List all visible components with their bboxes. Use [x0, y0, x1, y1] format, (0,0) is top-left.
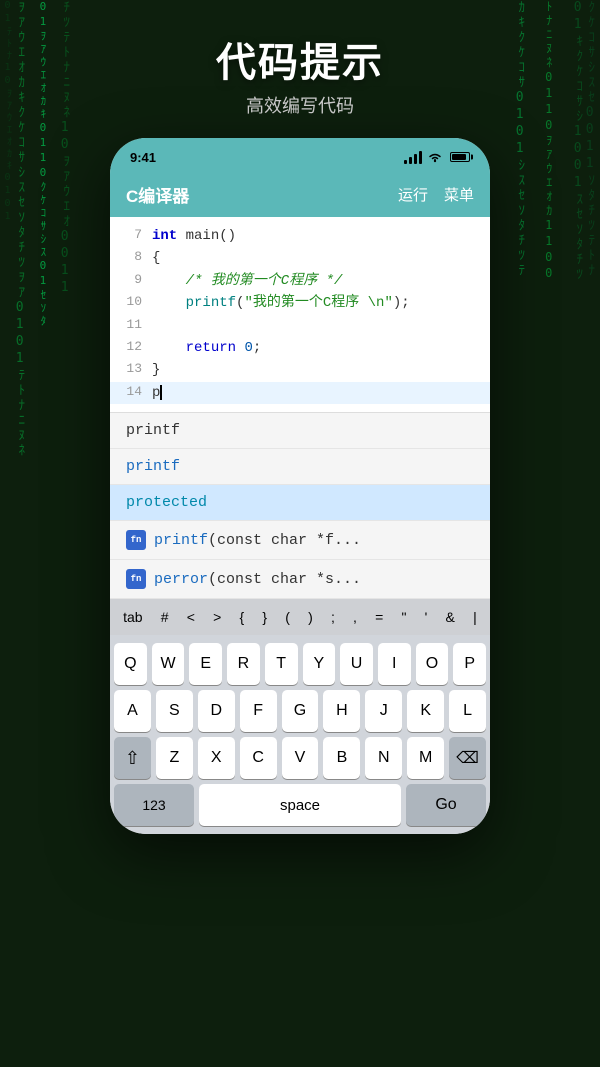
shortcut-amp[interactable]: & [441, 607, 460, 627]
key-i[interactable]: I [378, 643, 411, 685]
keyboard-row-1: Q W E R T Y U I O P [114, 643, 486, 685]
shortcut-dquote[interactable]: " [396, 607, 411, 627]
function-icon-2: fn [126, 569, 146, 589]
numbers-key[interactable]: 123 [114, 784, 194, 826]
code-line-11: 11 [110, 315, 490, 337]
code-line-9: 9 /* 我的第一个C程序 */ [110, 270, 490, 292]
shortcut-semi[interactable]: ; [326, 607, 340, 627]
shift-key[interactable]: ⇧ [114, 737, 151, 779]
key-c[interactable]: C [240, 737, 277, 779]
shortcut-bar: tab # < > { } ( ) ; , = " ' & | [110, 599, 490, 635]
code-editor[interactable]: 7 int main() 8 { 9 /* 我的第一个C程序 */ 10 pri… [110, 217, 490, 412]
key-o[interactable]: O [416, 643, 449, 685]
keyboard: Q W E R T Y U I O P A S D F G H J K [110, 635, 490, 834]
main-title: 代码提示 [216, 30, 384, 88]
key-z[interactable]: Z [156, 737, 193, 779]
code-line-10: 10 printf("我的第一个C程序 \n"); [110, 292, 490, 314]
key-x[interactable]: X [198, 737, 235, 779]
key-d[interactable]: D [198, 690, 235, 732]
shortcut-pipe[interactable]: | [468, 607, 482, 627]
key-v[interactable]: V [282, 737, 319, 779]
shortcut-lt[interactable]: < [182, 607, 200, 627]
keyboard-row-2: A S D F G H J K L [114, 690, 486, 732]
shortcut-equals[interactable]: = [370, 607, 388, 627]
key-m[interactable]: M [407, 737, 444, 779]
autocomplete-item-5[interactable]: fn perror(const char *s... [110, 560, 490, 599]
autocomplete-dropdown[interactable]: printf printf protected fn printf(const … [110, 412, 490, 599]
code-line-8: 8 { [110, 247, 490, 269]
code-line-13: 13 } [110, 359, 490, 381]
sub-title: 高效编写代码 [216, 92, 384, 118]
signal-icon [404, 151, 422, 164]
shortcut-rcurly[interactable]: } [257, 607, 272, 627]
shortcut-squote[interactable]: ' [420, 607, 433, 627]
header-section: 代码提示 高效编写代码 [216, 30, 384, 118]
app-toolbar: C编译器 运行 菜单 [110, 174, 490, 217]
status-bar: 9:41 [110, 138, 490, 174]
key-n[interactable]: N [365, 737, 402, 779]
status-time: 9:41 [130, 150, 156, 165]
key-k[interactable]: K [407, 690, 444, 732]
key-b[interactable]: B [323, 737, 360, 779]
shortcut-rparen[interactable]: ) [303, 607, 318, 627]
autocomplete-item-1[interactable]: printf [110, 413, 490, 449]
shortcut-comma[interactable]: , [348, 607, 362, 627]
toolbar-actions: 运行 菜单 [398, 184, 474, 205]
key-a[interactable]: A [114, 690, 151, 732]
code-line-14: 14 p [110, 382, 490, 404]
app-title: C编译器 [126, 182, 189, 207]
key-r[interactable]: R [227, 643, 260, 685]
keyboard-row-bottom: 123 space Go [114, 784, 486, 826]
key-y[interactable]: Y [303, 643, 336, 685]
key-j[interactable]: J [365, 690, 402, 732]
shortcut-tab[interactable]: tab [118, 607, 147, 627]
run-button[interactable]: 运行 [398, 184, 428, 205]
wifi-icon [427, 151, 443, 163]
status-icons [404, 151, 470, 164]
shortcut-hash[interactable]: # [156, 607, 174, 627]
key-t[interactable]: T [265, 643, 298, 685]
shortcut-lcurly[interactable]: { [234, 607, 249, 627]
key-h[interactable]: H [323, 690, 360, 732]
menu-button[interactable]: 菜单 [444, 184, 474, 205]
code-line-12: 12 return 0; [110, 337, 490, 359]
page-content: 代码提示 高效编写代码 9:41 [0, 0, 600, 1067]
delete-key[interactable]: ⌫ [449, 737, 486, 779]
autocomplete-item-4[interactable]: fn printf(const char *f... [110, 521, 490, 560]
key-w[interactable]: W [152, 643, 185, 685]
autocomplete-item-2[interactable]: printf [110, 449, 490, 485]
code-line-7: 7 int main() [110, 225, 490, 247]
key-p[interactable]: P [453, 643, 486, 685]
key-s[interactable]: S [156, 690, 193, 732]
key-g[interactable]: G [282, 690, 319, 732]
battery-icon [450, 152, 470, 162]
key-f[interactable]: F [240, 690, 277, 732]
key-e[interactable]: E [189, 643, 222, 685]
space-key[interactable]: space [199, 784, 401, 826]
shortcut-lparen[interactable]: ( [280, 607, 295, 627]
function-icon-1: fn [126, 530, 146, 550]
phone-mockup: 9:41 C编译器 [110, 138, 490, 834]
keyboard-row-3: ⇧ Z X C V B N M ⌫ [114, 737, 486, 779]
key-l[interactable]: L [449, 690, 486, 732]
key-q[interactable]: Q [114, 643, 147, 685]
shortcut-gt[interactable]: > [208, 607, 226, 627]
go-key[interactable]: Go [406, 784, 486, 826]
autocomplete-item-3[interactable]: protected [110, 485, 490, 521]
key-u[interactable]: U [340, 643, 373, 685]
